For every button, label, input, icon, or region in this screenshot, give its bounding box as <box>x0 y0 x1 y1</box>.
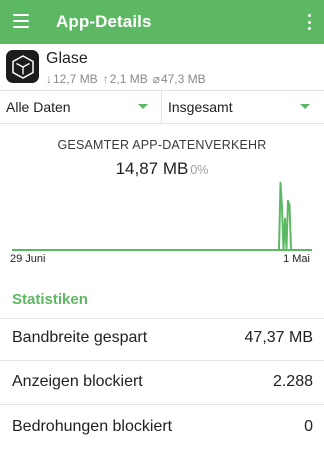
average-value: 47,3 MB <box>160 72 206 86</box>
stat-value: 47,37 MB <box>244 329 313 346</box>
arrow-down-icon: ↓ <box>46 72 52 86</box>
app-header: Glase ↓12,7 MB ↑2,1 MB ⌀47,3 MB <box>0 44 324 90</box>
period-dropdown[interactable]: Insgesamt <box>162 91 324 123</box>
data-type-value: Alle Daten <box>6 99 71 115</box>
app-traffic-summary: ↓12,7 MB ↑2,1 MB ⌀47,3 MB <box>46 72 206 86</box>
stat-value: 2.288 <box>272 373 313 390</box>
app-bar: App-Details <box>0 0 324 44</box>
average-icon: ⌀ <box>152 72 160 86</box>
glase-app-icon <box>6 50 39 83</box>
page-title: App-Details <box>56 12 152 31</box>
stat-row-ads-blocked: Anzeigen blockiert 2.288 <box>0 360 324 404</box>
stat-label: Anzeigen blockiert <box>12 373 143 390</box>
period-value: Insgesamt <box>168 99 233 115</box>
more-options-icon[interactable] <box>307 14 311 30</box>
statistics-header: Statistiken <box>12 291 88 308</box>
stat-label: Bandbreite gespart <box>12 329 148 346</box>
stat-row-bandwidth: Bandbreite gespart 47,37 MB <box>0 316 324 360</box>
filter-bar: Alle Daten Insgesamt <box>0 90 324 124</box>
arrow-up-icon: ↑ <box>102 72 109 86</box>
chart-series-line-0 <box>12 181 312 251</box>
stat-value: 0 <box>304 418 313 435</box>
dropdown-arrow-icon <box>300 104 310 109</box>
stat-row-threats-blocked: Bedrohungen blockiert 0 <box>0 405 324 449</box>
dropdown-arrow-icon <box>138 104 148 109</box>
x-axis-end-label: 1 Mai <box>283 253 310 265</box>
upload-value: 2,1 MB <box>109 72 148 86</box>
stat-label: Bedrohungen blockiert <box>12 418 173 435</box>
download-value: 12,7 MB <box>53 72 98 86</box>
data-type-dropdown[interactable]: Alle Daten <box>0 91 162 123</box>
traffic-chart <box>12 181 312 251</box>
app-name: Glase <box>46 50 88 67</box>
chart-title: GESAMTER APP-DATENVERKEHR <box>57 138 267 152</box>
menu-icon[interactable] <box>13 14 29 28</box>
x-axis-start-label: 29 Juni <box>10 253 46 265</box>
